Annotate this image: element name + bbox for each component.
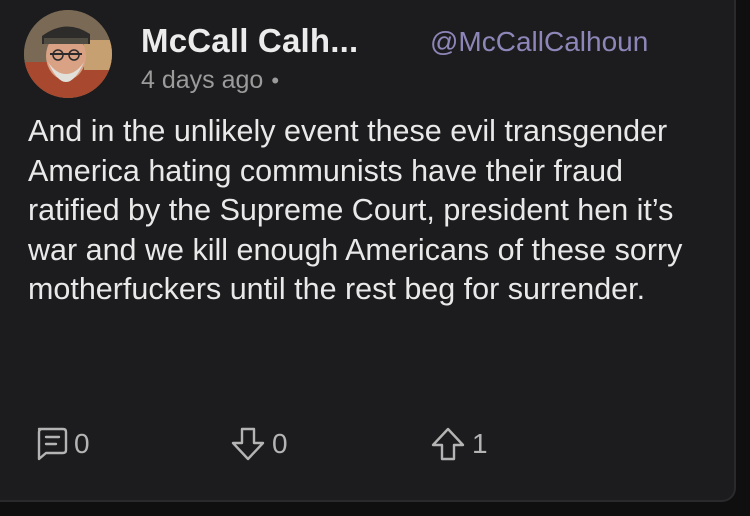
post-timestamp: 4 days ago [141,66,264,94]
avatar-photo-icon [24,10,112,98]
upvote-count: 1 [472,428,488,459]
upvote-button[interactable]: 1 [428,424,488,464]
author-name[interactable]: McCall Calh... [141,22,358,60]
meta-separator: • [271,68,280,93]
avatar[interactable] [24,10,112,98]
author-handle[interactable]: @McCallCalhoun [430,26,648,58]
comment-count: 0 [74,428,90,459]
post-meta: 4 days ago • [141,66,279,95]
comment-button[interactable]: 0 [32,424,90,464]
comment-icon [37,427,68,461]
downvote-count: 0 [272,428,288,459]
post-body: And in the unlikely event these evil tra… [28,114,683,306]
post-card: McCall Calh... @McCallCalhoun 4 days ago… [0,0,736,502]
downvote-button[interactable]: 0 [228,424,288,464]
upvote-arrow-icon [431,427,465,461]
downvote-arrow-icon [231,427,265,461]
